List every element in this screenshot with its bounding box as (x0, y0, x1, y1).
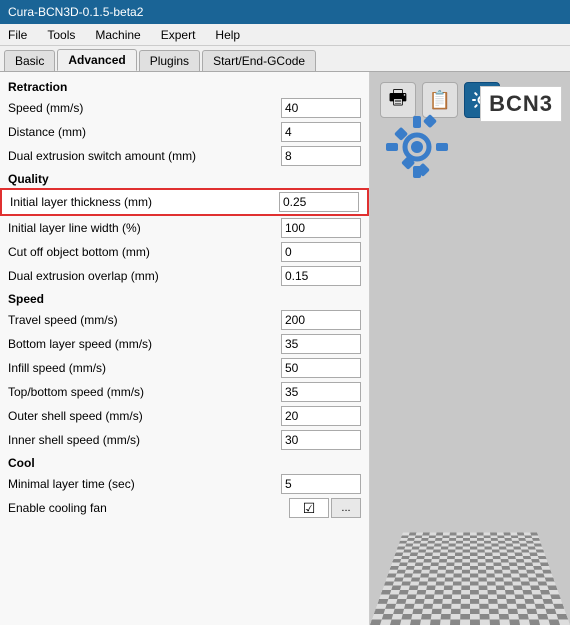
setting-row-inner-speed: Inner shell speed (mm/s) (0, 428, 369, 452)
setting-label-distance: Distance (mm) (8, 125, 281, 139)
setting-input-dual-switch[interactable] (281, 146, 361, 166)
setting-label-outer-speed: Outer shell speed (mm/s) (8, 409, 281, 423)
cooling-fan-checkbox[interactable]: ☑ (289, 498, 329, 518)
setting-label-topbottom-speed: Top/bottom speed (mm/s) (8, 385, 281, 399)
tab-start-end-gcode[interactable]: Start/End-GCode (202, 50, 316, 71)
setting-input-cutoff[interactable] (281, 242, 361, 262)
menu-file[interactable]: File (4, 27, 31, 43)
setting-input-outer-speed[interactable] (281, 406, 361, 426)
tab-advanced[interactable]: Advanced (57, 49, 136, 71)
setting-input-topbottom-speed[interactable] (281, 382, 361, 402)
title-bar: Cura-BCN3D-0.1.5-beta2 (0, 0, 570, 24)
title-bar-text: Cura-BCN3D-0.1.5-beta2 (8, 5, 143, 19)
tab-bar: Basic Advanced Plugins Start/End-GCode (0, 46, 570, 72)
section-cool-header: Cool (0, 452, 369, 472)
cooling-fan-checkbox-cell: ☑ ... (289, 498, 361, 518)
setting-input-infill-speed[interactable] (281, 358, 361, 378)
setting-label-cooling-fan: Enable cooling fan (8, 501, 289, 515)
setting-input-travel-speed[interactable] (281, 310, 361, 330)
setting-input-initial-thickness[interactable] (279, 192, 359, 212)
setting-input-speed[interactable] (281, 98, 361, 118)
setting-label-initial-thickness: Initial layer thickness (mm) (10, 195, 279, 209)
setting-row-outer-speed: Outer shell speed (mm/s) (0, 404, 369, 428)
setting-row-cutoff: Cut off object bottom (mm) (0, 240, 369, 264)
menu-bar: File Tools Machine Expert Help (0, 24, 570, 46)
large-gear-icon (382, 112, 452, 185)
cooling-fan-options-button[interactable]: ... (331, 498, 361, 518)
setting-row-speed: Speed (mm/s) (0, 96, 369, 120)
setting-row-distance: Distance (mm) (0, 120, 369, 144)
setting-label-speed: Speed (mm/s) (8, 101, 281, 115)
setting-row-dual-switch: Dual extrusion switch amount (mm) (0, 144, 369, 168)
setting-row-dual-overlap: Dual extrusion overlap (mm) (0, 264, 369, 288)
setting-input-bottom-speed[interactable] (281, 334, 361, 354)
setting-label-initial-linewidth: Initial layer line width (%) (8, 221, 281, 235)
setting-label-cutoff: Cut off object bottom (mm) (8, 245, 281, 259)
setting-row-min-layer-time: Minimal layer time (sec) (0, 472, 369, 496)
menu-machine[interactable]: Machine (91, 27, 144, 43)
setting-input-distance[interactable] (281, 122, 361, 142)
tab-plugins[interactable]: Plugins (139, 50, 200, 71)
menu-help[interactable]: Help (211, 27, 244, 43)
section-retraction-header: Retraction (0, 76, 369, 96)
right-panel: 🖶 📋 BCN3 (370, 72, 570, 625)
menu-tools[interactable]: Tools (43, 27, 79, 43)
setting-label-bottom-speed: Bottom layer speed (mm/s) (8, 337, 281, 351)
setting-row-topbottom-speed: Top/bottom speed (mm/s) (0, 380, 369, 404)
setting-row-cooling-fan: Enable cooling fan ☑ ... (0, 496, 369, 520)
checkerboard-floor (370, 533, 570, 625)
section-quality-header: Quality (0, 168, 369, 188)
setting-label-inner-speed: Inner shell speed (mm/s) (8, 433, 281, 447)
menu-expert[interactable]: Expert (157, 27, 200, 43)
tab-basic[interactable]: Basic (4, 50, 55, 71)
setting-label-dual-switch: Dual extrusion switch amount (mm) (8, 149, 281, 163)
main-layout: Retraction Speed (mm/s) Distance (mm) Du… (0, 72, 570, 625)
logo-text: BCN3 (489, 91, 553, 117)
left-panel: Retraction Speed (mm/s) Distance (mm) Du… (0, 72, 370, 625)
bcn3d-logo-area: BCN3 (480, 86, 562, 122)
setting-input-min-layer-time[interactable] (281, 474, 361, 494)
setting-label-travel-speed: Travel speed (mm/s) (8, 313, 281, 327)
setting-row-bottom-speed: Bottom layer speed (mm/s) (0, 332, 369, 356)
setting-row-infill-speed: Infill speed (mm/s) (0, 356, 369, 380)
setting-input-inner-speed[interactable] (281, 430, 361, 450)
setting-row-travel-speed: Travel speed (mm/s) (0, 308, 369, 332)
setting-input-dual-overlap[interactable] (281, 266, 361, 286)
setting-label-infill-speed: Infill speed (mm/s) (8, 361, 281, 375)
setting-label-dual-overlap: Dual extrusion overlap (mm) (8, 269, 281, 283)
setting-row-initial-linewidth: Initial layer line width (%) (0, 216, 369, 240)
setting-row-initial-thickness: Initial layer thickness (mm) (0, 188, 369, 216)
setting-input-initial-linewidth[interactable] (281, 218, 361, 238)
setting-label-min-layer-time: Minimal layer time (sec) (8, 477, 281, 491)
section-speed-header: Speed (0, 288, 369, 308)
